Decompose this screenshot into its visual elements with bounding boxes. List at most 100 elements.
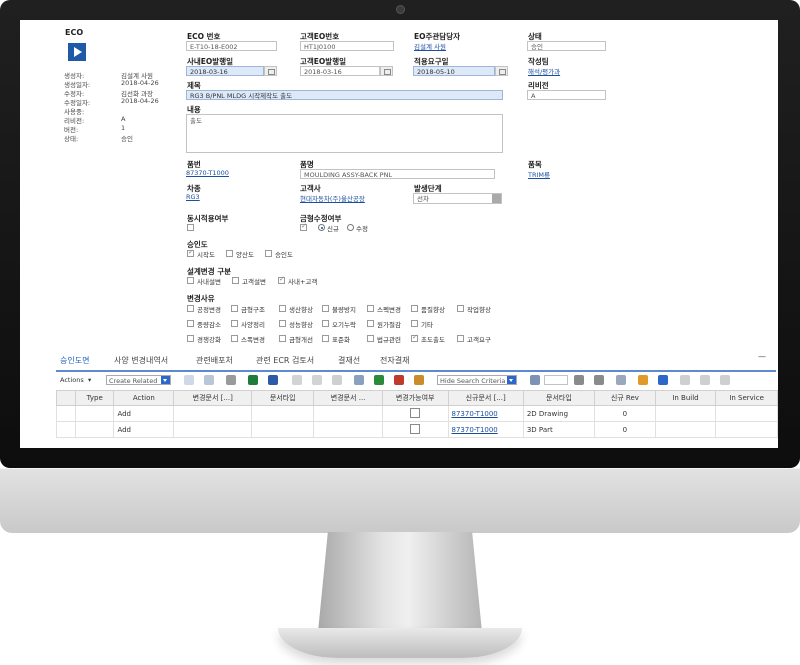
chevron-down-icon[interactable]: ▾ bbox=[88, 376, 91, 384]
find-icon[interactable] bbox=[638, 375, 648, 385]
copy-icon[interactable] bbox=[680, 375, 690, 385]
tab-distribution[interactable]: 관련배포처 bbox=[196, 355, 233, 366]
tab-spec-change[interactable]: 사양 변경내역서 bbox=[114, 355, 168, 366]
lock-icon[interactable] bbox=[312, 375, 322, 385]
reason-checkbox[interactable] bbox=[411, 305, 418, 312]
hide-search-select[interactable]: Hide Search Criteria bbox=[437, 375, 517, 385]
columns-icon[interactable] bbox=[530, 375, 540, 385]
tab-e-approval[interactable]: 전자결재 bbox=[380, 355, 409, 366]
column-header[interactable]: 신규 Rev bbox=[594, 390, 656, 406]
search-remove-icon[interactable] bbox=[394, 375, 404, 385]
paste-icon[interactable] bbox=[700, 375, 710, 385]
search-add-icon[interactable] bbox=[374, 375, 384, 385]
clipboard-icon[interactable] bbox=[720, 375, 730, 385]
page-input[interactable] bbox=[544, 375, 568, 385]
tab-approval-drawing[interactable]: 승인도면 bbox=[60, 355, 89, 366]
column-header[interactable]: Type bbox=[74, 390, 115, 406]
approval-checkbox[interactable] bbox=[226, 250, 233, 257]
approval-checkbox[interactable] bbox=[265, 250, 272, 257]
table-row[interactable]: Add 87370-T1000 3D Part 0 bbox=[56, 421, 778, 438]
tab-ecr-review[interactable]: 관련 ECR 검토서 bbox=[256, 355, 314, 366]
column-header[interactable] bbox=[56, 390, 76, 406]
calendar-icon[interactable] bbox=[380, 66, 393, 76]
design-change-checkbox[interactable] bbox=[232, 277, 239, 284]
author-link[interactable]: 해석/평가과 bbox=[528, 66, 560, 76]
refresh-icon[interactable] bbox=[354, 375, 364, 385]
column-header[interactable]: 문서타입 bbox=[522, 390, 596, 406]
reason-checkbox[interactable] bbox=[231, 320, 238, 327]
changeable-checkbox[interactable] bbox=[409, 423, 420, 434]
word-icon[interactable] bbox=[268, 375, 278, 385]
excel-icon[interactable] bbox=[248, 375, 258, 385]
approval-checkbox[interactable] bbox=[187, 248, 194, 257]
reason-checkbox[interactable] bbox=[231, 305, 238, 312]
reason-checkbox[interactable] bbox=[367, 335, 374, 342]
calendar-icon[interactable] bbox=[264, 66, 277, 76]
revision-field[interactable]: A bbox=[527, 90, 606, 100]
mold-radio-modify[interactable] bbox=[347, 224, 354, 231]
eco-no-field[interactable]: E-T10-18-E002 bbox=[186, 41, 277, 51]
eo-manager-link[interactable]: 김설계 사원 bbox=[414, 41, 446, 51]
sort-desc-icon[interactable] bbox=[594, 375, 604, 385]
reason-checkbox[interactable] bbox=[322, 305, 329, 312]
column-header[interactable]: Action bbox=[113, 390, 175, 406]
stage-select[interactable]: 선차 bbox=[413, 193, 502, 204]
sort-icon[interactable] bbox=[574, 375, 584, 385]
minimize-icon[interactable]: — bbox=[758, 352, 766, 361]
reason-checkbox[interactable] bbox=[187, 335, 194, 342]
tab-approval-line[interactable]: 결재선 bbox=[338, 355, 360, 366]
grid-icon[interactable] bbox=[616, 375, 626, 385]
changeable-checkbox[interactable] bbox=[409, 407, 420, 418]
reason-checkbox[interactable] bbox=[411, 320, 418, 327]
replace-icon[interactable] bbox=[204, 375, 214, 385]
unlock-icon[interactable] bbox=[332, 375, 342, 385]
layout-icon[interactable] bbox=[658, 375, 668, 385]
item-link[interactable]: TRIM류 bbox=[528, 169, 550, 179]
reason-checkbox[interactable] bbox=[279, 320, 286, 327]
table-cell[interactable]: 87370-T1000 bbox=[447, 421, 524, 438]
content-textarea[interactable]: 출도 bbox=[186, 114, 503, 153]
reason-checkbox[interactable] bbox=[411, 333, 418, 342]
reason-checkbox[interactable] bbox=[367, 320, 374, 327]
reason-checkbox[interactable] bbox=[457, 305, 464, 312]
reason-checkbox[interactable] bbox=[322, 335, 329, 342]
cust-eo-date-field[interactable]: 2018-03-16 bbox=[300, 66, 380, 76]
table-row[interactable]: Add 87370-T1000 2D Drawing 0 bbox=[56, 405, 778, 422]
column-header[interactable]: In Service bbox=[715, 390, 778, 406]
reason-checkbox[interactable] bbox=[322, 320, 329, 327]
column-header[interactable]: 신규문서 [...] bbox=[447, 390, 524, 406]
edit-icon[interactable] bbox=[292, 375, 302, 385]
internal-eo-date-field[interactable]: 2018-03-16 bbox=[186, 66, 264, 76]
reason-checkbox[interactable] bbox=[187, 320, 194, 327]
table-cell[interactable]: 87370-T1000 bbox=[447, 405, 524, 422]
customer-link[interactable]: 현대자동차(주)울산공장 bbox=[300, 193, 365, 203]
part-name-field[interactable]: MOULDING ASSY-BACK PNL bbox=[300, 169, 495, 179]
apply-date-field[interactable]: 2018-05-10 bbox=[413, 66, 495, 76]
add-icon[interactable] bbox=[184, 375, 194, 385]
simultaneous-checkbox[interactable] bbox=[187, 224, 194, 231]
title-field[interactable]: RG3 B/PNL MLDG 시작제작도 출도 bbox=[186, 90, 503, 100]
actions-menu[interactable]: Actions bbox=[60, 376, 84, 384]
reason-checkbox[interactable] bbox=[231, 335, 238, 342]
column-header[interactable]: 문서타입 bbox=[251, 390, 315, 406]
reason-checkbox[interactable] bbox=[279, 305, 286, 312]
cust-eo-no-field[interactable]: HT1J0100 bbox=[300, 41, 394, 51]
reason-checkbox[interactable] bbox=[279, 335, 286, 342]
search-icon[interactable] bbox=[414, 375, 424, 385]
calendar-icon[interactable] bbox=[495, 66, 508, 76]
column-header[interactable]: In Build bbox=[654, 390, 717, 406]
status-field[interactable]: 승인 bbox=[527, 41, 606, 51]
column-header[interactable]: 변경문서 ... bbox=[313, 390, 383, 406]
column-header[interactable]: 변경가능여부 bbox=[381, 390, 449, 406]
reason-checkbox[interactable] bbox=[187, 305, 194, 312]
reason-checkbox[interactable] bbox=[457, 335, 464, 342]
design-change-checkbox[interactable] bbox=[187, 277, 194, 284]
car-link[interactable]: RG3 bbox=[186, 193, 200, 201]
mold-radio-new[interactable] bbox=[318, 224, 325, 231]
part-no-link[interactable]: 87370-T1000 bbox=[186, 169, 229, 177]
remove-icon[interactable] bbox=[226, 375, 236, 385]
design-change-checkbox[interactable] bbox=[278, 275, 285, 284]
reason-checkbox[interactable] bbox=[367, 305, 374, 312]
mold-checkbox[interactable] bbox=[300, 222, 307, 231]
create-related-select[interactable]: Create Related bbox=[106, 375, 171, 385]
